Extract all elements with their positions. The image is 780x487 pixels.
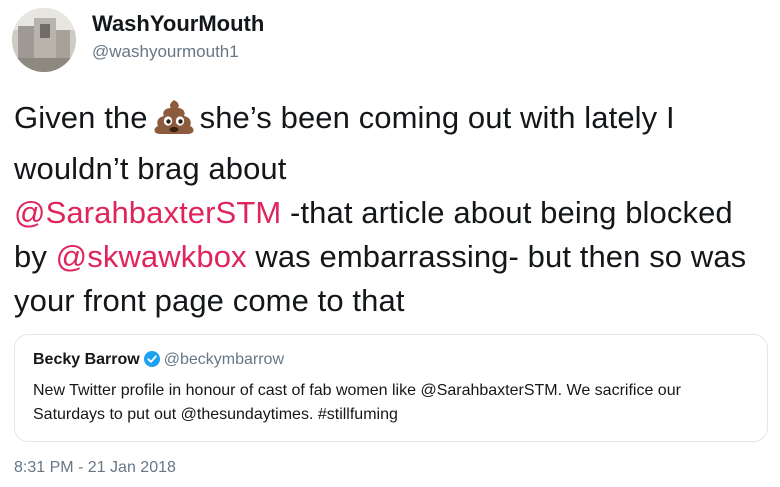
tweet-timestamp[interactable]: 8:31 PM - 21 Jan 2018 — [14, 459, 176, 477]
tweet-card: WashYourMouth @washyourmouth1 Given the … — [0, 0, 780, 487]
verified-badge-icon — [143, 351, 160, 372]
quoted-tweet-header: Becky Barrow @beckymbarrow — [33, 351, 284, 372]
quoted-tweet[interactable]: Becky Barrow @beckymbarrow New Twitter pr… — [14, 334, 768, 442]
quoted-tweet-text: New Twitter profile in honour of cast of… — [33, 382, 681, 423]
quoted-author-handle[interactable]: @beckymbarrow — [164, 351, 284, 368]
pile-of-poo-icon — [152, 99, 196, 147]
tweet-text-segment: Given the — [14, 100, 148, 135]
mention-link[interactable]: @skwawkbox — [56, 239, 247, 274]
mention-link[interactable]: @SarahbaxterSTM — [14, 195, 281, 230]
author-display-name[interactable]: WashYourMouth — [92, 11, 264, 37]
tweet-text: Given the she’s been coming out with lat… — [14, 96, 774, 323]
avatar[interactable] — [12, 8, 76, 72]
avatar-image-icon — [12, 8, 76, 72]
quoted-author-name[interactable]: Becky Barrow — [33, 351, 140, 368]
author-handle[interactable]: @washyourmouth1 — [92, 42, 239, 62]
